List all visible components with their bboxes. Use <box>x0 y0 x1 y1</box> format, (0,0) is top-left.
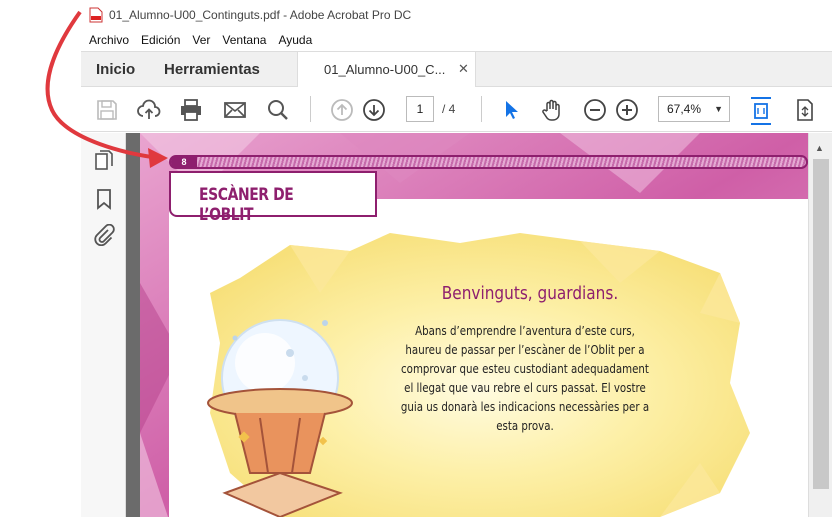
tab-document[interactable]: 01_Alumno-U00_C... ✕ <box>297 52 476 87</box>
tab-document-label: 01_Alumno-U00_C... <box>324 62 446 77</box>
page-number-badge: 8 <box>171 156 197 168</box>
zoom-select[interactable]: 67,4% ▼ <box>658 96 730 122</box>
save-icon[interactable] <box>95 98 119 122</box>
pdf-page: 8 ESCÀNER DE L’OBLIT Benvinguts, guardia… <box>140 133 808 517</box>
menu-ventana[interactable]: Ventana <box>222 33 266 47</box>
bookmark-icon[interactable] <box>95 188 113 215</box>
menu-bar: Archivo Edición Ver Ventana Ayuda <box>81 30 832 50</box>
zoom-value: 67,4% <box>667 102 702 116</box>
scroll-up-icon[interactable]: ▲ <box>815 143 824 153</box>
left-sidebar <box>81 133 126 517</box>
hand-icon[interactable] <box>540 98 564 122</box>
close-tab-icon[interactable]: ✕ <box>458 61 469 77</box>
chevron-down-icon: ▼ <box>714 104 723 114</box>
print-icon[interactable] <box>179 98 203 122</box>
search-icon[interactable] <box>266 98 290 122</box>
scroll-mode-icon[interactable] <box>793 98 817 122</box>
desktop-background <box>0 0 81 517</box>
menu-ayuda[interactable]: Ayuda <box>278 33 312 47</box>
window-title: 01_Alumno-U00_Continguts.pdf - Adobe Acr… <box>109 8 412 22</box>
toolbar-separator <box>481 96 482 122</box>
page-number-input[interactable]: 1 <box>406 96 434 122</box>
page-down-icon[interactable] <box>362 98 386 122</box>
section-heading: ESCÀNER DE L’OBLIT <box>199 185 294 225</box>
pages-icon[interactable] <box>93 149 115 176</box>
tab-home[interactable]: Inicio <box>96 61 135 78</box>
page-total: / 4 <box>442 102 456 116</box>
select-cursor-icon[interactable] <box>499 98 523 122</box>
upload-icon[interactable] <box>137 98 161 122</box>
attachment-icon[interactable] <box>93 223 115 251</box>
tab-bar: Inicio Herramientas 01_Alumno-U00_C... ✕ <box>81 51 832 87</box>
menu-ver[interactable]: Ver <box>192 33 210 47</box>
vertical-scrollbar[interactable]: ▲ <box>808 133 832 517</box>
pdf-file-icon <box>89 7 103 23</box>
tab-tools[interactable]: Herramientas <box>164 61 260 78</box>
fit-page-icon[interactable] <box>748 96 774 126</box>
toolbar: 1 / 4 67,4% ▼ <box>81 88 832 132</box>
acrobat-window: 01_Alumno-U00_Continguts.pdf - Adobe Acr… <box>0 0 832 517</box>
zoom-out-icon[interactable] <box>583 98 607 122</box>
toolbar-separator <box>310 96 311 122</box>
page-up-icon[interactable] <box>330 98 354 122</box>
welcome-title: Benvinguts, guardians. <box>441 283 619 304</box>
menu-edicion[interactable]: Edición <box>141 33 180 47</box>
mail-icon[interactable] <box>223 98 247 122</box>
page-header-stripe <box>169 155 808 169</box>
title-bar: 01_Alumno-U00_Continguts.pdf - Adobe Acr… <box>81 0 832 30</box>
document-area[interactable]: 8 ESCÀNER DE L’OBLIT Benvinguts, guardia… <box>126 133 832 517</box>
zoom-in-icon[interactable] <box>615 98 639 122</box>
menu-archivo[interactable]: Archivo <box>89 33 129 47</box>
welcome-paragraph: Abans d’emprendre l’aventura d’este curs… <box>400 323 650 433</box>
section-heading-box: ESCÀNER DE L’OBLIT <box>169 171 377 225</box>
scrollbar-thumb[interactable] <box>813 159 829 489</box>
